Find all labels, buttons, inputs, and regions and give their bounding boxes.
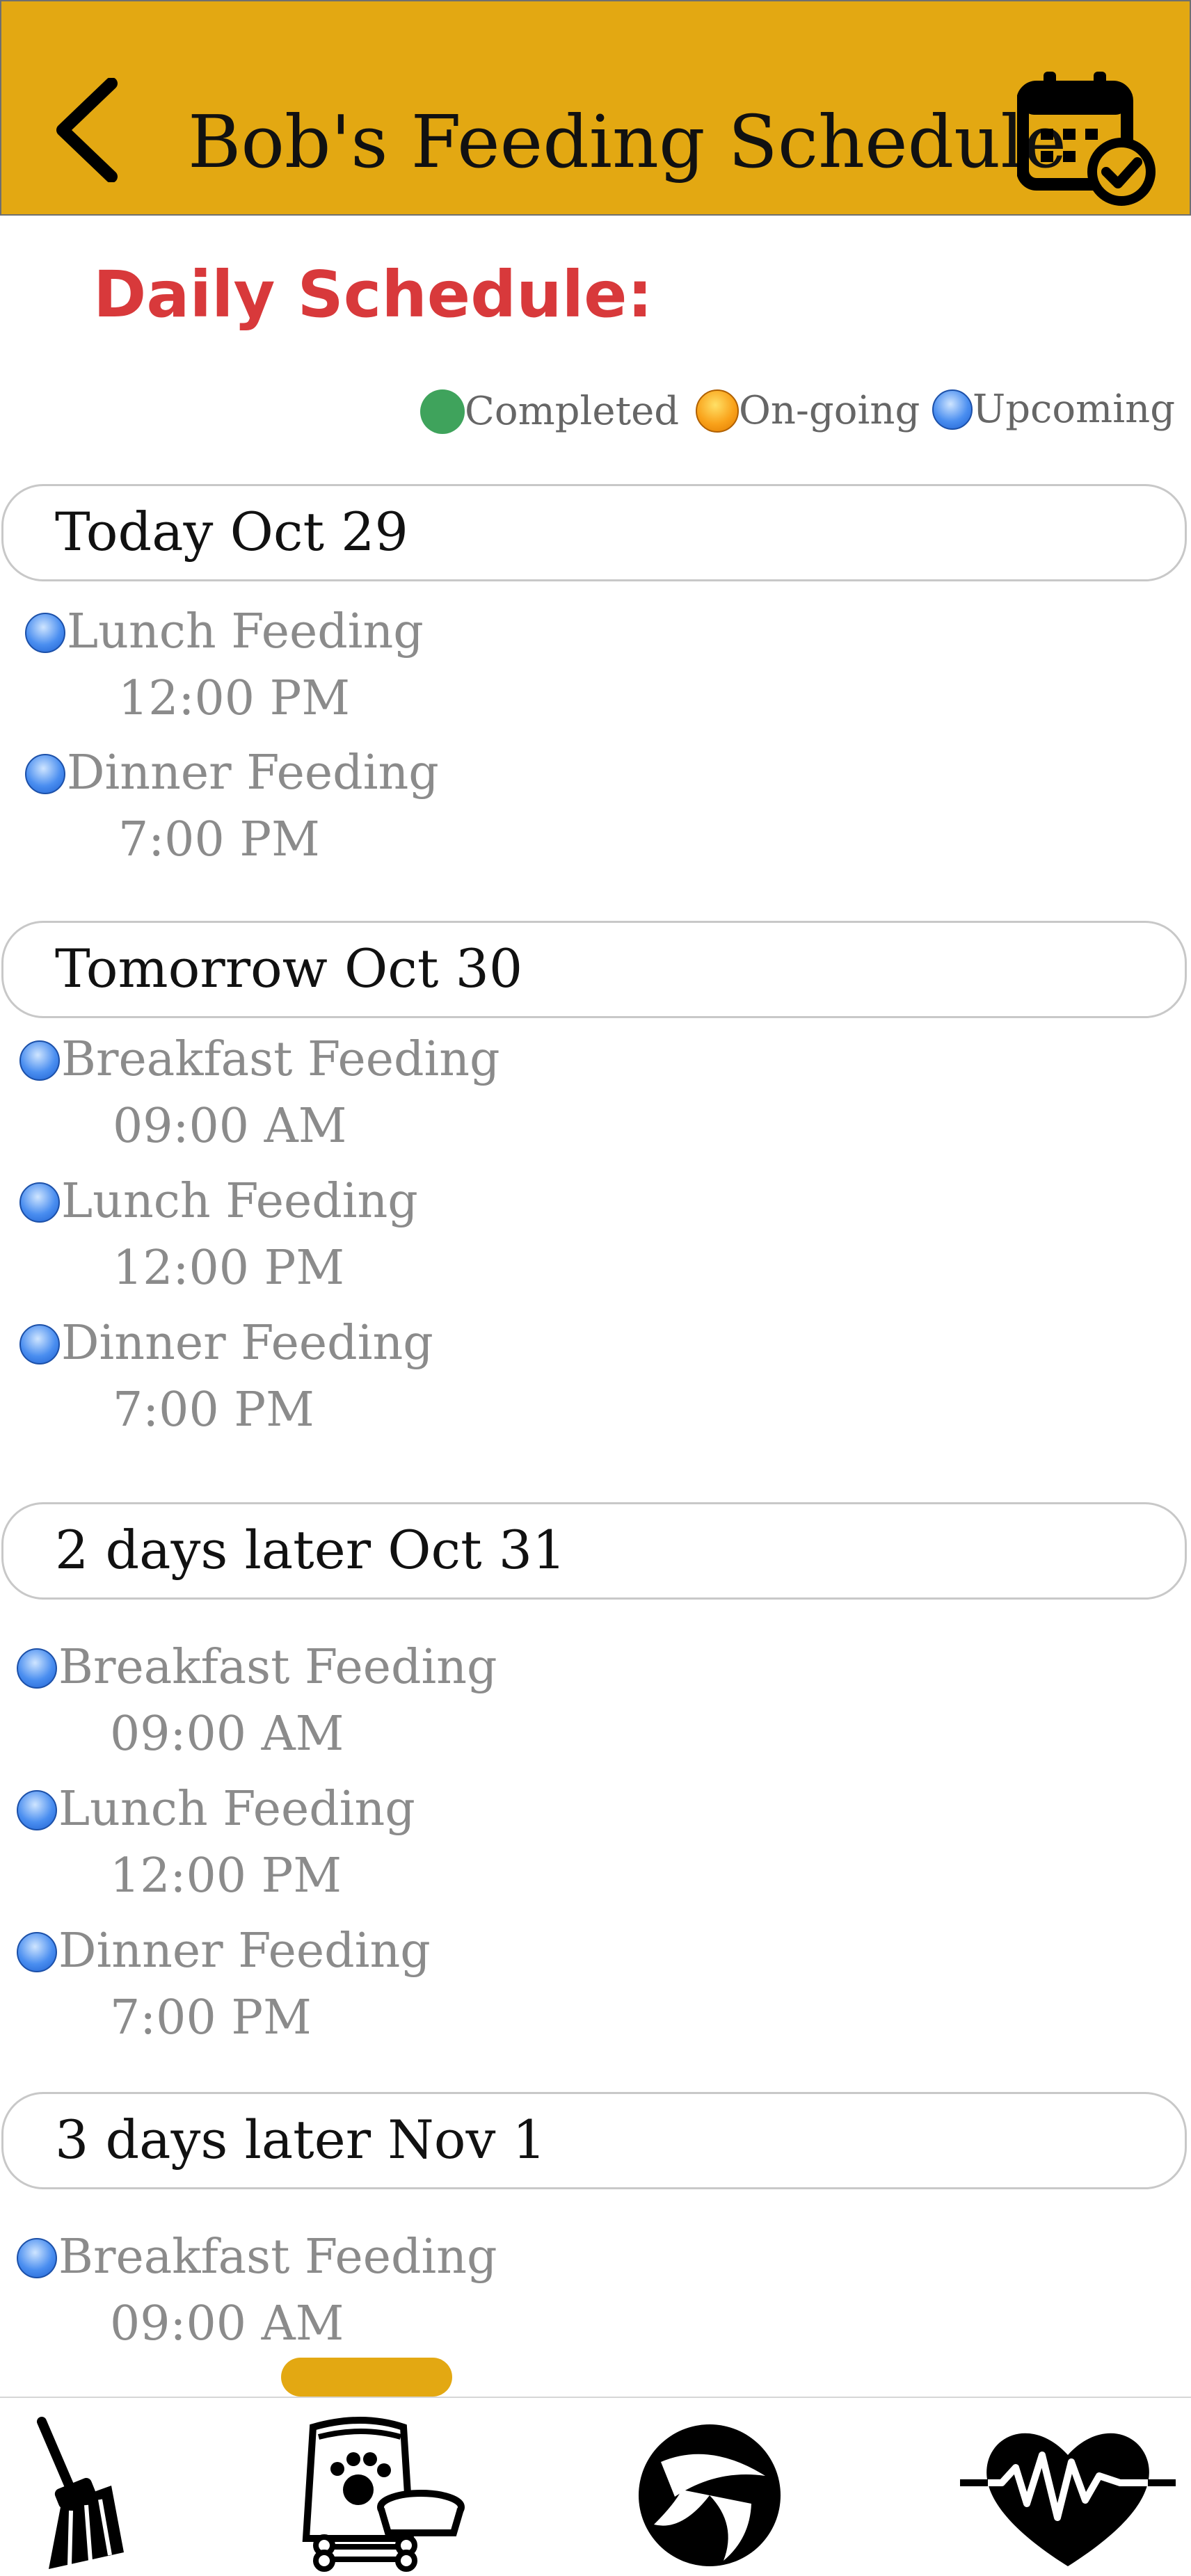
broom-icon	[37, 2417, 124, 2569]
upcoming-status-dot	[19, 1182, 60, 1223]
scroll-indicator[interactable]	[281, 2358, 452, 2397]
day-header[interactable]: 3 days later Nov 1	[1, 2092, 1187, 2189]
pet-food-icon	[302, 2417, 465, 2572]
app-header: Bob's Feeding Schedule	[0, 0, 1191, 216]
feeding-time: 12:00 PM	[113, 1241, 344, 1296]
feeding-name: Dinner Feeding	[61, 1316, 433, 1371]
tab-feeding[interactable]	[299, 2413, 466, 2573]
feeding-name: Breakfast Feeding	[58, 2230, 497, 2285]
upcoming-status-dot	[19, 1324, 60, 1365]
feeding-time: 7:00 PM	[118, 812, 320, 867]
completed-status-dot	[420, 389, 465, 434]
day-header[interactable]: 2 days later Oct 31	[1, 1502, 1187, 1600]
page-title: Bob's Feeding Schedule	[188, 99, 1067, 184]
upcoming-status-dot	[17, 1790, 57, 1830]
feeding-name: Lunch Feeding	[67, 604, 424, 659]
feeding-time: 12:00 PM	[110, 1849, 342, 1903]
legend-label: On-going	[739, 388, 920, 433]
feeding-name: Breakfast Feeding	[58, 1640, 497, 1695]
feeding-name: Dinner Feeding	[58, 1924, 431, 1979]
feeding-time: 7:00 PM	[113, 1383, 314, 1438]
upcoming-status-dot	[25, 613, 65, 653]
upcoming-status-dot	[19, 1040, 60, 1081]
upcoming-status-dot	[17, 2238, 57, 2278]
upcoming-status-dot	[25, 754, 65, 794]
feeding-time: 09:00 AM	[113, 1099, 347, 1154]
calendar-check-button[interactable]	[1016, 67, 1156, 207]
tab-cleaning[interactable]	[28, 2413, 132, 2573]
feeding-time: 09:00 AM	[110, 1707, 344, 1762]
feeding-name: Lunch Feeding	[61, 1174, 418, 1229]
day-header[interactable]: Tomorrow Oct 30	[1, 921, 1187, 1018]
feeding-time: 7:00 PM	[110, 1990, 312, 2045]
legend-label: Upcoming	[973, 387, 1176, 432]
ongoing-status-dot	[696, 389, 739, 433]
upcoming-status-dot	[932, 389, 973, 430]
chevron-left-icon	[56, 77, 118, 183]
legend-completed: Completed	[420, 389, 679, 434]
day-label: Tomorrow Oct 30	[55, 937, 523, 999]
legend-upcoming: Upcoming	[932, 389, 1175, 430]
upcoming-status-dot	[17, 1932, 57, 1972]
ball-icon	[639, 2424, 781, 2566]
day-label: 3 days later Nov 1	[55, 2109, 546, 2171]
tab-play[interactable]	[633, 2413, 786, 2573]
tab-health[interactable]	[960, 2413, 1176, 2573]
feeding-time: 12:00 PM	[118, 671, 350, 726]
heartbeat-icon	[960, 2433, 1176, 2566]
tab-bar-divider	[0, 2397, 1191, 2398]
legend-label: Completed	[465, 389, 680, 434]
feeding-name: Lunch Feeding	[58, 1782, 415, 1837]
feeding-name: Breakfast Feeding	[61, 1032, 500, 1087]
day-header[interactable]: Today Oct 29	[1, 484, 1187, 581]
section-title: Daily Schedule:	[93, 257, 653, 332]
day-label: Today Oct 29	[55, 501, 408, 563]
feeding-name: Dinner Feeding	[67, 746, 439, 800]
upcoming-status-dot	[17, 1648, 57, 1689]
day-label: 2 days later Oct 31	[55, 1519, 566, 1581]
legend-ongoing: On-going	[696, 389, 920, 433]
back-button[interactable]	[50, 77, 120, 183]
calendar-check-icon	[1016, 72, 1156, 206]
feeding-time: 09:00 AM	[110, 2296, 344, 2351]
